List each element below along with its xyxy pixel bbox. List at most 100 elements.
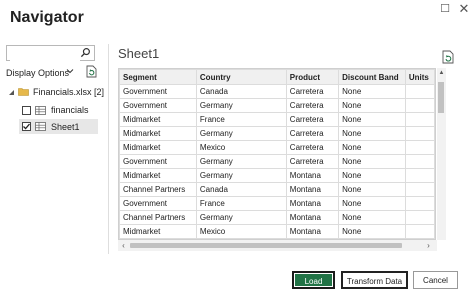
cancel-button[interactable]: Cancel bbox=[413, 271, 458, 289]
table-cell: Midmarket bbox=[119, 224, 197, 239]
preview-table[interactable]: Segment Country Product Discount Band Units … bbox=[118, 68, 436, 240]
column-header[interactable]: Segment bbox=[119, 69, 197, 85]
table-cell: Carretera bbox=[285, 140, 340, 155]
table-row: Government Germany Carretera None bbox=[119, 98, 435, 113]
collapse-arrow-icon[interactable] bbox=[8, 89, 15, 96]
search-box[interactable] bbox=[6, 45, 95, 62]
table-cell bbox=[404, 196, 435, 211]
table-row: Government Germany Carretera None bbox=[119, 154, 435, 169]
column-header[interactable]: Discount Band bbox=[338, 69, 406, 85]
table-cell bbox=[404, 98, 435, 113]
table-row: Midmarket Mexico Carretera None bbox=[119, 140, 435, 155]
load-button[interactable]: Load bbox=[292, 271, 335, 289]
table-cell: Midmarket bbox=[119, 126, 197, 141]
table-row: Midmarket Mexico Montana None bbox=[119, 224, 435, 239]
tree-item-label: financials bbox=[51, 105, 89, 115]
display-options-button[interactable]: Display Options bbox=[6, 68, 69, 78]
table-cell: Channel Partners bbox=[119, 182, 197, 197]
scroll-up-icon[interactable]: ▲ bbox=[438, 70, 445, 77]
table-cell: Carretera bbox=[285, 84, 340, 99]
table-cell bbox=[404, 140, 435, 155]
column-header[interactable]: Product bbox=[285, 69, 340, 85]
table-cell: None bbox=[338, 112, 406, 127]
pane-divider[interactable] bbox=[108, 44, 109, 254]
table-row: Channel Partners Canada Montana None bbox=[119, 182, 435, 197]
table-cell: Germany bbox=[195, 126, 287, 141]
table-cell: Montana bbox=[285, 196, 340, 211]
table-cell: Canada bbox=[195, 84, 287, 99]
table-cell: France bbox=[195, 112, 287, 127]
scroll-right-icon[interactable]: › bbox=[424, 241, 433, 250]
table-cell: Carretera bbox=[285, 126, 340, 141]
table-row: Government Canada Carretera None bbox=[119, 84, 435, 99]
tree-file-label[interactable]: Financials.xlsx [2] bbox=[33, 85, 104, 99]
tree-item-label: Sheet1 bbox=[51, 122, 80, 132]
table-cell: None bbox=[338, 140, 406, 155]
table-cell bbox=[404, 182, 435, 197]
column-header[interactable]: Units bbox=[404, 69, 435, 85]
scroll-thumb[interactable] bbox=[438, 82, 444, 113]
table-cell: France bbox=[195, 196, 287, 211]
search-icon[interactable] bbox=[80, 47, 91, 58]
preview-title: Sheet1 bbox=[118, 46, 160, 61]
table-cell: None bbox=[338, 98, 406, 113]
table-cell: None bbox=[338, 196, 406, 211]
table-cell: None bbox=[338, 210, 406, 225]
table-cell: Germany bbox=[195, 154, 287, 169]
table-cell: Canada bbox=[195, 182, 287, 197]
table-cell: Government bbox=[119, 84, 197, 99]
table-cell bbox=[404, 84, 435, 99]
table-cell: Germany bbox=[195, 210, 287, 225]
table-cell: Mexico bbox=[195, 140, 287, 155]
checkbox-financials[interactable] bbox=[22, 106, 31, 115]
table-cell: Mexico bbox=[195, 224, 287, 239]
table-cell: Germany bbox=[195, 98, 287, 113]
table-row: Midmarket Germany Montana None bbox=[119, 168, 435, 183]
table-cell: Carretera bbox=[285, 112, 340, 127]
scroll-left-icon[interactable]: ‹ bbox=[119, 241, 128, 250]
checkbox-sheet1[interactable] bbox=[22, 122, 31, 131]
window-title: Navigator bbox=[10, 9, 84, 26]
table-cell: Government bbox=[119, 154, 197, 169]
table-cell bbox=[404, 126, 435, 141]
chevron-down-icon[interactable] bbox=[66, 67, 74, 75]
table-cell: None bbox=[338, 84, 406, 99]
search-input[interactable] bbox=[10, 50, 80, 62]
refresh-icon[interactable] bbox=[86, 65, 97, 78]
refresh-preview-icon[interactable] bbox=[442, 50, 454, 64]
table-cell: Channel Partners bbox=[119, 210, 197, 225]
table-cell: Midmarket bbox=[119, 112, 197, 127]
table-cell: None bbox=[338, 168, 406, 183]
maximize-icon[interactable]: ☐ bbox=[436, 2, 454, 16]
folder-icon bbox=[18, 88, 29, 96]
table-cell: Government bbox=[119, 98, 197, 113]
table-cell bbox=[404, 154, 435, 169]
vertical-scrollbar[interactable]: ▲ bbox=[437, 68, 446, 240]
table-cell: Montana bbox=[285, 224, 340, 239]
table-cell bbox=[404, 112, 435, 127]
table-cell bbox=[404, 210, 435, 225]
table-cell: None bbox=[338, 224, 406, 239]
table-row: Government France Montana None bbox=[119, 196, 435, 211]
table-cell: Midmarket bbox=[119, 140, 197, 155]
transform-data-button[interactable]: Transform Data bbox=[341, 271, 408, 289]
table-row: Midmarket France Carretera None bbox=[119, 112, 435, 127]
table-row: Midmarket Germany Carretera None bbox=[119, 126, 435, 141]
table-cell bbox=[404, 168, 435, 183]
table-cell: None bbox=[338, 154, 406, 169]
table-cell: Government bbox=[119, 196, 197, 211]
column-header[interactable]: Country bbox=[195, 69, 287, 85]
close-icon[interactable]: ✕ bbox=[455, 2, 473, 16]
table-cell: None bbox=[338, 126, 406, 141]
table-cell: Midmarket bbox=[119, 168, 197, 183]
horizontal-scrollbar[interactable]: ‹ › bbox=[118, 240, 437, 251]
scroll-thumb[interactable] bbox=[130, 243, 402, 248]
table-icon bbox=[35, 106, 46, 115]
table-cell: Montana bbox=[285, 182, 340, 197]
table-cell: Germany bbox=[195, 168, 287, 183]
table-icon bbox=[35, 122, 46, 131]
table-row: Channel Partners Germany Montana None bbox=[119, 210, 435, 225]
table-cell: Montana bbox=[285, 210, 340, 225]
checkmark-icon bbox=[23, 123, 30, 130]
table-cell: Carretera bbox=[285, 154, 340, 169]
